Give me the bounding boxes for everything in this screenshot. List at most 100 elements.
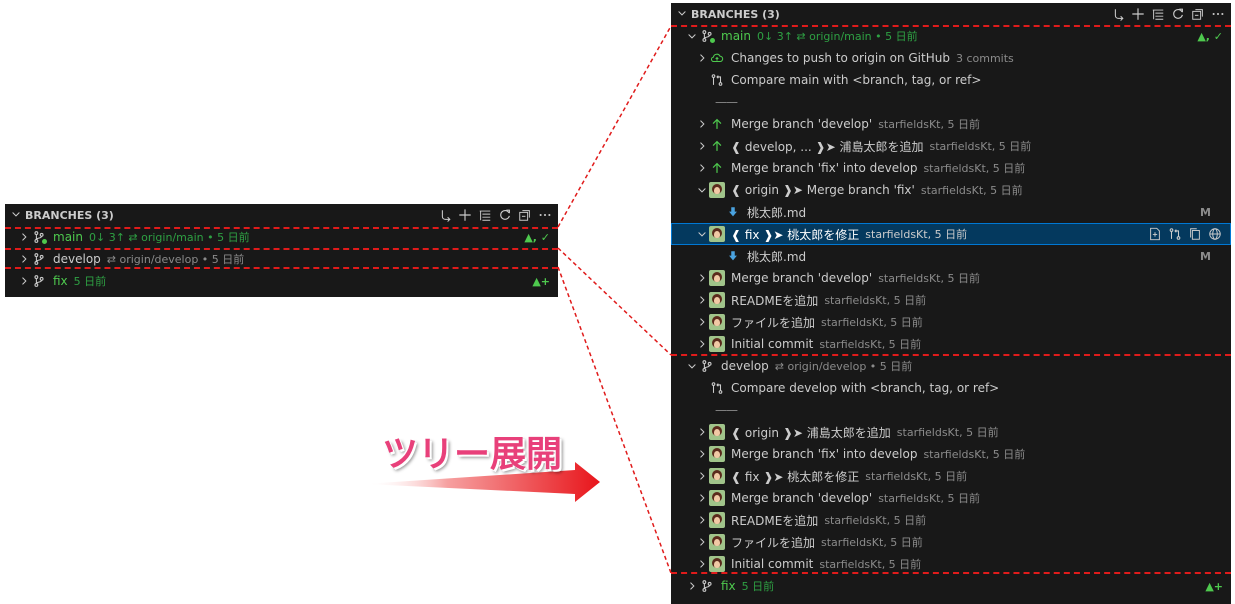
commit-message: Initial commit [731,337,814,351]
branches-panel-expanded: BRANCHES (3) main 0↓ 3↑ ⇄ origin/main • … [671,3,1231,604]
status-badge: ▲, ✓ [524,230,550,244]
chevron-right-icon[interactable] [695,47,709,69]
file-row[interactable]: 桃太郎.md M [671,201,1231,223]
branches-header[interactable]: BRANCHES (3) [671,3,1231,25]
view-as-list-icon[interactable] [1149,5,1167,23]
file-name: 桃太郎.md [747,205,807,220]
open-changes-icon[interactable] [1147,226,1163,242]
commit-row[interactable]: READMEを追加 starfieldsKt, 5 日前 [671,509,1231,531]
compare-develop-row[interactable]: Compare develop with <branch, tag, or re… [671,377,1231,399]
chevron-right-icon[interactable] [695,289,709,311]
chevron-right-icon[interactable] [695,333,709,355]
branch-icon [699,358,715,374]
chevron-right-icon[interactable] [695,421,709,443]
changes-to-push-row[interactable]: Changes to push to origin on GitHub 3 co… [671,47,1231,69]
avatar [709,336,725,352]
chevron-down-icon[interactable] [685,355,699,377]
more-actions-icon[interactable] [536,206,554,224]
avatar [709,226,725,242]
chevron-right-icon[interactable] [695,531,709,553]
commit-author: starfieldsKt, 5 日前 [878,118,980,131]
collapse-all-icon[interactable] [516,206,534,224]
commit-row[interactable]: Merge branch 'fix' into develop starfiel… [671,443,1231,465]
branch-icon [31,229,47,245]
chevron-right-icon[interactable] [695,135,709,157]
commit-row[interactable]: ❰ develop, ... ❱➤ 浦島太郎を追加 starfieldsKt, … [671,135,1231,157]
chevron-down-icon[interactable] [695,179,709,201]
chevron-right-icon[interactable] [695,443,709,465]
compare-main-row[interactable]: Compare main with <branch, tag, or ref> [671,69,1231,91]
add-icon[interactable] [456,206,474,224]
compare-icon[interactable] [1167,226,1183,242]
chevron-right-icon[interactable] [695,465,709,487]
collapse-all-icon[interactable] [1189,5,1207,23]
chevron-right-icon[interactable] [695,157,709,179]
chevron-down-icon[interactable] [695,223,709,245]
branch-row-main[interactable]: main 0↓ 3↑ ⇄ origin/main • 5 日前 ▲, ✓ [671,25,1231,47]
commit-author: starfieldsKt, 5 日前 [896,426,999,439]
chevron-right-icon[interactable] [695,311,709,333]
branch-row-fix[interactable]: fix 5 日前 ▲+ [671,575,1231,597]
branch-label: fix [721,579,736,593]
branch-description: 5 日前 [73,275,107,288]
commit-message: READMEを追加 [731,293,819,308]
branch-row-fix[interactable]: fix 5 日前 ▲+ [5,270,558,292]
chevron-right-icon[interactable] [695,487,709,509]
commit-message: Merge branch 'develop' [731,271,873,285]
add-icon[interactable] [1129,5,1147,23]
refresh-icon[interactable] [496,206,514,224]
chevron-right-icon[interactable] [695,113,709,135]
commit-row[interactable]: ファイルを追加 starfieldsKt, 5 日前 [671,311,1231,333]
modified-badge: M [1200,205,1211,219]
refresh-icon[interactable] [1169,5,1187,23]
commit-author: starfieldsKt, 5 日前 [821,316,923,329]
commit-message: ❰ fix ❱➤ 桃太郎を修正 [731,469,860,484]
more-actions-icon[interactable] [1209,5,1227,23]
branch-row-develop[interactable]: develop ⇄ origin/develop • 5 日前 [671,355,1231,377]
view-as-list-icon[interactable] [476,206,494,224]
commit-row[interactable]: ❰ origin ❱➤ Merge branch 'fix' starfield… [671,179,1231,201]
commit-author: starfieldsKt, 5 日前 [878,492,980,505]
chevron-right-icon[interactable] [17,226,31,248]
avatar [709,314,725,330]
commit-row[interactable]: Merge branch 'fix' into develop starfiel… [671,157,1231,179]
commit-row[interactable]: Merge branch 'develop' starfieldsKt, 5 日… [671,267,1231,289]
commit-row[interactable]: Merge branch 'develop' starfieldsKt, 5 日… [671,487,1231,509]
file-row[interactable]: 桃太郎.md M [671,245,1231,267]
commit-author: starfieldsKt, 5 日前 [819,338,922,351]
chevron-right-icon[interactable] [695,509,709,531]
fetch-icon[interactable] [1109,5,1127,23]
annotation-label: ツリー展開 [382,434,563,475]
main-commits: Merge branch 'develop' starfieldsKt, 5 日… [671,113,1231,201]
commit-row[interactable]: Initial commit starfieldsKt, 5 日前 [671,333,1231,355]
chevron-down-icon[interactable] [685,25,699,47]
chevron-right-icon[interactable] [685,575,699,597]
commit-row[interactable]: ❰ fix ❱➤ 桃太郎を修正 starfieldsKt, 5 日前 [671,465,1231,487]
branches-header[interactable]: BRANCHES (3) [5,204,558,226]
avatar [709,446,725,462]
commit-row[interactable]: Merge branch 'develop' starfieldsKt, 5 日… [671,113,1231,135]
chevron-right-icon[interactable] [17,270,31,292]
chevron-down-icon [675,7,689,22]
status-badge: ▲+ [1205,579,1223,593]
commit-row-selected[interactable]: ❰ fix ❱➤ 桃太郎を修正 starfieldsKt, 5 日前 [671,223,1231,245]
commit-row[interactable]: ファイルを追加 starfieldsKt, 5 日前 [671,531,1231,553]
commit-author: starfieldsKt, 5 日前 [824,514,927,527]
avatar [709,468,725,484]
commit-message: ファイルを追加 [731,315,816,330]
chevron-down-icon [9,208,23,223]
commit-row[interactable]: READMEを追加 starfieldsKt, 5 日前 [671,289,1231,311]
chevron-right-icon[interactable] [695,267,709,289]
status-badge: ▲, ✓ [1197,29,1223,43]
copy-icon[interactable] [1187,226,1203,242]
fetch-icon[interactable] [436,206,454,224]
avatar [709,424,725,440]
branch-description: 0↓ 3↑ ⇄ origin/main • 5 日前 [88,231,250,244]
branch-row-main[interactable]: main 0↓ 3↑ ⇄ origin/main • 5 日前 ▲, ✓ [5,226,558,248]
globe-icon[interactable] [1207,226,1223,242]
arrow-up-icon [709,160,725,176]
commit-row[interactable]: ❰ origin ❱➤ 浦島太郎を追加 starfieldsKt, 5 日前 [671,421,1231,443]
modified-badge: M [1200,249,1211,263]
highlight-dash-large-1 [671,25,1231,27]
branch-description: ⇄ origin/develop • 5 日前 [106,253,245,266]
